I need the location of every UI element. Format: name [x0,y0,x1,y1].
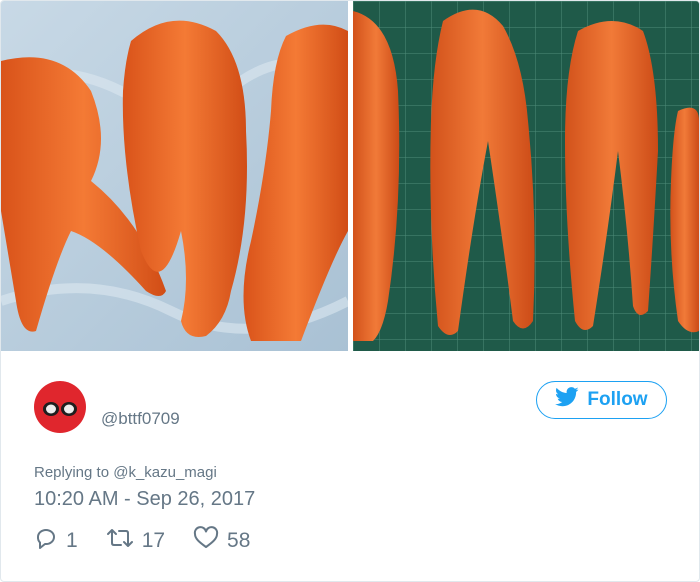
avatar[interactable] [34,381,86,433]
follow-button[interactable]: Follow [536,381,667,419]
follow-label: Follow [587,389,648,410]
tweet-actions: 1 17 58 [34,526,278,556]
tweet-media[interactable] [1,1,699,351]
reply-icon [34,526,58,556]
tweet-timestamp[interactable]: 10:20 AM - Sep 26, 2017 [34,488,255,511]
heart-icon [193,526,219,556]
reply-action[interactable]: 1 [34,526,78,556]
user-handle[interactable]: @bttf0709 [101,409,180,429]
twitter-bird-icon [555,387,580,413]
replying-to[interactable]: Replying to @k_kazu_magi [34,464,217,481]
like-action[interactable]: 58 [193,526,250,556]
carrot-photo-right[interactable] [353,1,699,351]
reply-count: 1 [66,529,78,552]
retweet-icon [106,526,134,556]
carrot-photo-left[interactable] [1,1,348,351]
like-count: 58 [227,529,251,552]
tweet-card: @bttf0709 Follow Replying to @k_kazu_mag… [0,0,700,582]
retweet-count: 17 [141,529,166,552]
retweet-action[interactable]: 17 [106,526,165,556]
